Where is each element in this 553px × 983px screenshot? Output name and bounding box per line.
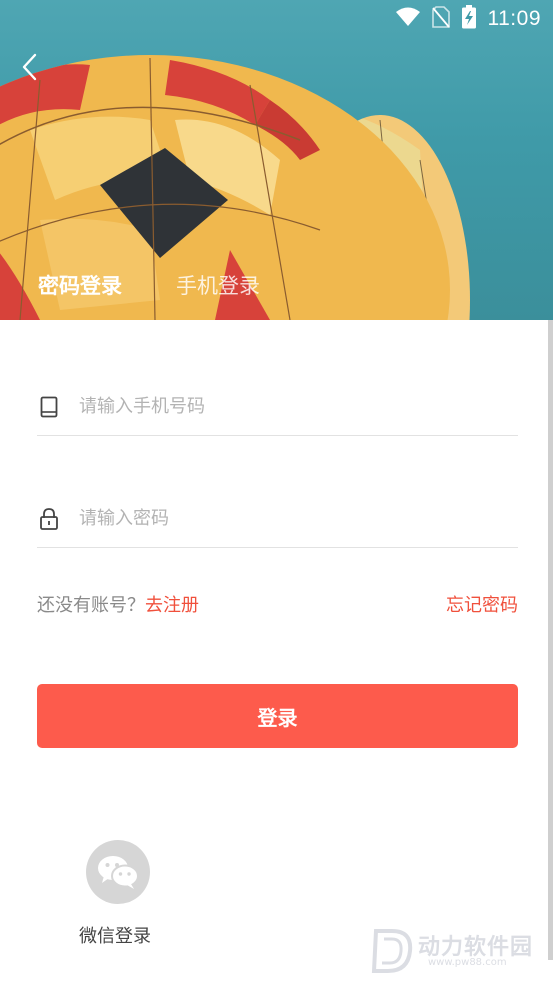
phone-icon bbox=[38, 396, 60, 418]
wechat-login-label: 微信登录 bbox=[79, 926, 151, 947]
watermark-d-icon bbox=[371, 929, 413, 973]
account-links-row: 还没有账号？去注册 忘记密码 bbox=[37, 590, 518, 618]
lock-icon bbox=[38, 507, 60, 530]
login-tabs: 密码登录 手机登录 bbox=[38, 270, 260, 300]
back-button[interactable] bbox=[12, 50, 46, 84]
status-bar: 11:09 bbox=[0, 0, 553, 38]
register-link[interactable]: 去注册 bbox=[145, 595, 199, 616]
password-input[interactable] bbox=[79, 508, 499, 529]
password-field bbox=[37, 490, 518, 548]
no-sim-icon bbox=[431, 6, 450, 32]
tab-password-login[interactable]: 密码登录 bbox=[38, 270, 122, 300]
no-account-text: 还没有账号？ bbox=[37, 595, 145, 616]
forgot-password-link[interactable]: 忘记密码 bbox=[446, 591, 518, 617]
header-image: 11:09 密码登录 手机登录 bbox=[0, 0, 553, 320]
wechat-login-button[interactable] bbox=[86, 840, 150, 904]
status-time: 11:09 bbox=[487, 7, 541, 30]
tab-phone-login[interactable]: 手机登录 bbox=[176, 270, 260, 300]
watermark-logo: 动力软件园 www.pw88.com bbox=[368, 925, 548, 975]
watermark-url: www.pw88.com bbox=[428, 957, 507, 968]
wechat-icon bbox=[98, 856, 139, 889]
chevron-left-icon bbox=[22, 53, 37, 81]
phone-input[interactable] bbox=[79, 396, 499, 417]
battery-charging-icon bbox=[461, 5, 476, 33]
phone-field bbox=[37, 378, 518, 436]
login-screen: 11:09 密码登录 手机登录 请输入手机号码 还没有账号？去注册 忘记密码 登… bbox=[0, 0, 553, 983]
login-button[interactable]: 登录 bbox=[37, 684, 518, 748]
wechat-login: 微信登录 bbox=[79, 840, 156, 948]
scrollbar[interactable] bbox=[548, 320, 553, 960]
wifi-icon bbox=[395, 7, 420, 31]
